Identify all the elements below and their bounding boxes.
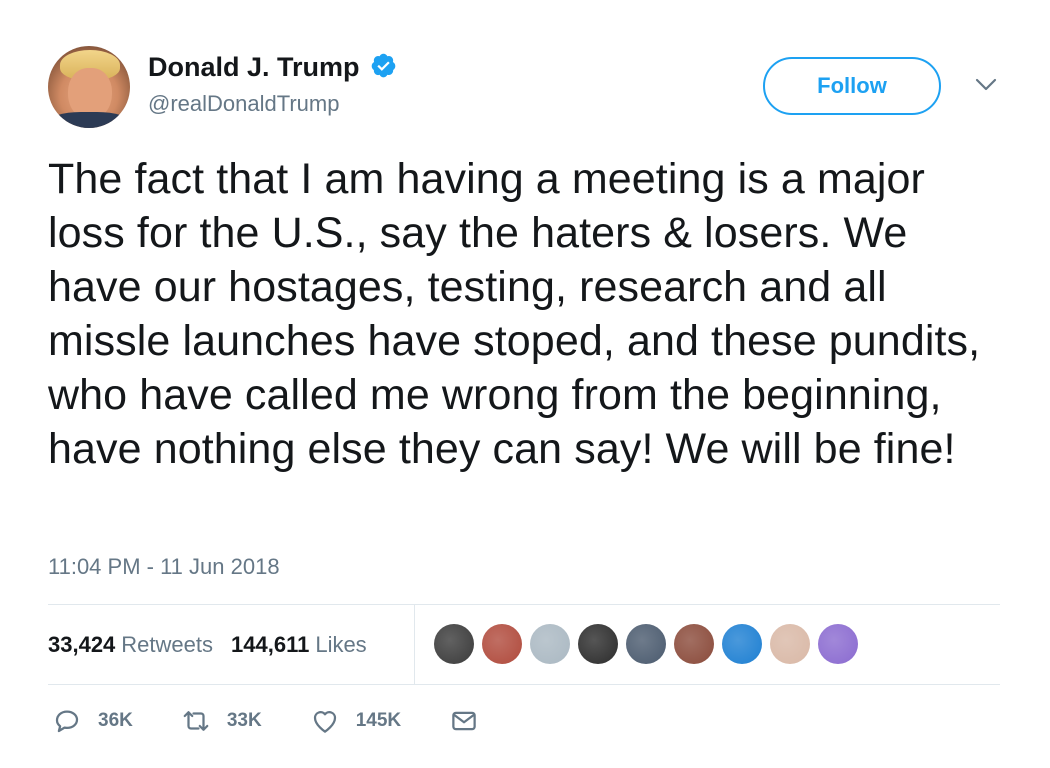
- retweet-count: 33K: [226, 710, 262, 731]
- user-handle[interactable]: @realDonaldTrump: [148, 91, 397, 117]
- user-name-block[interactable]: Donald J. Trump @realDonaldTrump: [148, 52, 397, 117]
- chevron-down-icon[interactable]: [974, 76, 998, 94]
- envelope-icon[interactable]: [449, 706, 479, 736]
- reply-icon[interactable]: [52, 706, 82, 736]
- liker-avatar[interactable]: [434, 624, 474, 664]
- tweet-text: The fact that I am having a meeting is a…: [48, 155, 981, 473]
- retweet-action[interactable]: 33K: [181, 706, 262, 736]
- liker-avatar[interactable]: [482, 624, 522, 664]
- liker-avatar[interactable]: [722, 624, 762, 664]
- liker-avatar[interactable]: [530, 624, 570, 664]
- likes-stat-label: Likes: [315, 632, 367, 657]
- avatar[interactable]: [48, 46, 130, 128]
- direct-message-action[interactable]: [449, 706, 479, 736]
- display-name[interactable]: Donald J. Trump: [148, 52, 360, 83]
- likes-stat[interactable]: 144,611 Likes: [231, 632, 367, 658]
- liker-avatar[interactable]: [818, 624, 858, 664]
- tweet-timestamp[interactable]: 11:04 PM - 11 Jun 2018: [48, 554, 280, 580]
- retweets-stat-count: 33,424: [48, 632, 116, 657]
- liker-avatar[interactable]: [578, 624, 618, 664]
- like-count: 145K: [355, 710, 402, 731]
- retweets-stat[interactable]: 33,424 Retweets: [48, 632, 213, 658]
- reply-action[interactable]: 36K: [52, 706, 133, 736]
- liker-avatar[interactable]: [626, 624, 666, 664]
- tweet-stats: 33,424 Retweets 144,611 Likes: [48, 632, 367, 658]
- reply-count: 36K: [98, 710, 133, 731]
- retweet-icon[interactable]: [181, 706, 211, 736]
- tweet-card: Donald J. Trump @realDonaldTrump Follow …: [0, 0, 1050, 768]
- divider: [48, 684, 1000, 685]
- follow-button[interactable]: Follow: [763, 57, 941, 115]
- verified-badge-icon: [371, 53, 396, 78]
- stats-separator: [414, 604, 415, 684]
- tweet-actions: 36K 33K 145K: [52, 706, 527, 736]
- avatar-suit: [48, 112, 130, 128]
- liker-avatars: [434, 624, 866, 664]
- likes-stat-count: 144,611: [231, 632, 310, 657]
- liker-avatar[interactable]: [770, 624, 810, 664]
- like-action[interactable]: 145K: [310, 706, 401, 736]
- divider: [48, 604, 1000, 605]
- retweets-stat-label: Retweets: [121, 632, 214, 657]
- heart-icon[interactable]: [310, 706, 340, 736]
- liker-avatar[interactable]: [674, 624, 714, 664]
